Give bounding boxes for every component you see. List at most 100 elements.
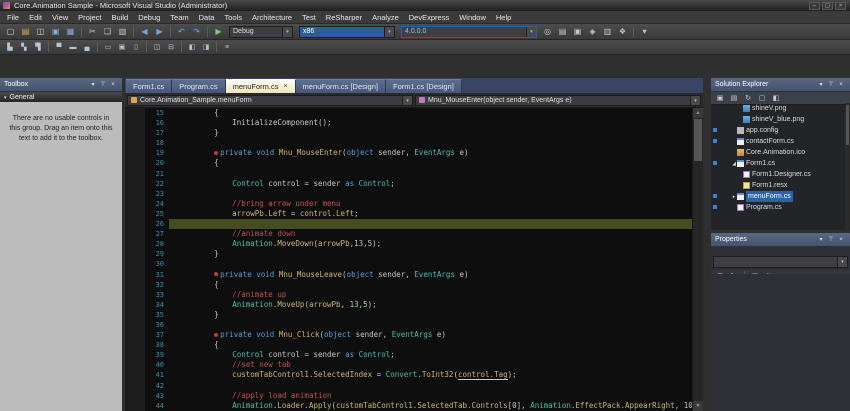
indicator-margin[interactable] — [125, 259, 145, 269]
code-line[interactable]: 36 — [125, 320, 692, 330]
close-icon[interactable]: × — [283, 83, 287, 90]
code-text[interactable]: Animation.Loader.Apply(customTabControl1… — [178, 401, 692, 411]
navigate-backward-icon[interactable]: ◀ — [138, 25, 151, 38]
show-all-files-icon[interactable]: ▤ — [728, 93, 740, 104]
save-all-icon[interactable]: ▦ — [64, 25, 77, 38]
menu-window[interactable]: Window — [454, 11, 491, 24]
menu-devexpress[interactable]: DevExpress — [404, 11, 454, 24]
toolbox-icon[interactable]: ▥ — [601, 25, 614, 38]
save-icon[interactable]: ▣ — [49, 25, 62, 38]
close-icon[interactable]: × — [837, 80, 845, 90]
tab-form1-cs-design[interactable]: Form1.cs [Design] — [386, 79, 462, 93]
code-text[interactable] — [178, 320, 692, 330]
window-position-icon[interactable]: ▾ — [817, 80, 825, 90]
indicator-margin[interactable] — [125, 270, 145, 280]
chevron-down-icon[interactable]: ▾ — [402, 96, 412, 105]
tree-item-form1-cs[interactable]: ◢Form1.cs — [711, 158, 845, 169]
code-text[interactable]: //apply load animation — [178, 391, 692, 401]
indicator-margin[interactable] — [125, 209, 145, 219]
minimize-button[interactable]: – — [809, 2, 820, 10]
indicator-margin[interactable] — [125, 340, 145, 350]
tree-item-form1-designer-cs[interactable]: Form1.Designer.cs — [711, 169, 845, 180]
toolbox-body[interactable]: There are no usable controls in this gro… — [0, 102, 122, 411]
object-combo[interactable]: ▾ — [713, 256, 848, 268]
code-text[interactable]: Control control = sender as Control; — [178, 350, 692, 360]
code-line[interactable]: 44 Animation.Loader.Apply(customTabContr… — [125, 401, 692, 411]
tree-item-program-cs[interactable]: Program.cs — [711, 202, 845, 213]
scroll-up-icon[interactable]: ▲ — [693, 108, 703, 118]
close-button[interactable]: × — [835, 2, 846, 10]
navigate-forward-icon[interactable]: ▶ — [153, 25, 166, 38]
code-text[interactable] — [178, 381, 692, 391]
add-item-icon[interactable]: ◫ — [34, 25, 47, 38]
indicator-margin[interactable] — [125, 138, 145, 148]
chevron-down-icon[interactable]: ▾ — [690, 96, 700, 105]
indicator-margin[interactable] — [125, 401, 145, 411]
indicator-margin[interactable] — [125, 179, 145, 189]
indicator-margin[interactable] — [125, 360, 145, 370]
code-text[interactable]: private void Mnu_Click(object sender, Ev… — [178, 330, 692, 340]
editor-scrollbar[interactable]: ▲ ▼ — [692, 108, 703, 411]
indicator-margin[interactable] — [125, 169, 145, 179]
code-text[interactable]: { — [178, 158, 692, 168]
properties-window-icon[interactable]: ▣ — [571, 25, 584, 38]
menu-view[interactable]: View — [47, 11, 73, 24]
pin-icon[interactable]: ⊤ — [827, 235, 835, 245]
code-line[interactable]: 28 Animation.MoveDown(arrowPb,13,5); — [125, 239, 692, 249]
bring-to-front-icon[interactable]: ◧ — [186, 41, 198, 54]
align-tops-icon[interactable]: ▀ — [53, 41, 65, 54]
extensions-icon[interactable]: ❖ — [616, 25, 629, 38]
start-debug-icon[interactable]: ▶ — [212, 25, 225, 38]
menu-file[interactable]: File — [2, 11, 24, 24]
indicator-margin[interactable] — [125, 239, 145, 249]
scrollbar-thumb[interactable] — [694, 119, 702, 161]
code-line[interactable]: 16 InitializeComponent(); — [125, 118, 692, 128]
code-text[interactable]: InitializeComponent(); — [178, 118, 692, 128]
code-line[interactable]: 15 { — [125, 108, 692, 118]
code-line[interactable]: 30 — [125, 259, 692, 269]
types-combo[interactable]: Core.Animation_Sample.menuForm ▾ — [127, 95, 413, 106]
menu-resharper[interactable]: ReSharper — [321, 11, 367, 24]
window-position-icon[interactable]: ▾ — [817, 235, 825, 245]
indicator-margin[interactable] — [125, 370, 145, 380]
code-line[interactable]: 22 Control control = sender as Control; — [125, 179, 692, 189]
code-text[interactable]: customTabControl1.SelectedIndex = Conver… — [178, 370, 692, 380]
code-text[interactable]: Control control = sender as Control; — [178, 179, 692, 189]
indicator-margin[interactable] — [125, 128, 145, 138]
code-text[interactable]: //animate down — [178, 229, 692, 239]
view-designer-icon[interactable]: ◧ — [770, 93, 782, 104]
indicator-margin[interactable] — [125, 148, 145, 158]
code-line[interactable]: 33 //animate up — [125, 290, 692, 300]
align-rights-icon[interactable]: ▜ — [32, 41, 44, 54]
chevron-down-icon[interactable]: ▾ — [384, 27, 394, 37]
code-text[interactable]: { — [178, 340, 692, 350]
code-text[interactable]: private void Mnu_MouseEnter(object sende… — [178, 148, 692, 158]
tree-item-form1-resx[interactable]: Form1.resx — [711, 180, 845, 191]
tab-menuform-cs-design[interactable]: menuForm.cs [Design] — [296, 79, 386, 93]
code-line[interactable]: 43 //apply load animation — [125, 391, 692, 401]
indicator-margin[interactable] — [125, 290, 145, 300]
menu-debug[interactable]: Debug — [133, 11, 165, 24]
code-line[interactable]: 23 — [125, 189, 692, 199]
vertical-spacing-icon[interactable]: ⊟ — [165, 41, 177, 54]
code-line[interactable]: 41 customTabControl1.SelectedIndex = Con… — [125, 370, 692, 380]
new-file-icon[interactable]: ▢ — [4, 25, 17, 38]
code-text[interactable]: { — [178, 280, 692, 290]
view-code-icon[interactable]: ▢ — [756, 93, 768, 104]
tree-item-menuform-cs[interactable]: ▸menuForm.cs — [711, 191, 845, 202]
pin-icon[interactable]: ⊤ — [827, 80, 835, 90]
indicator-margin[interactable] — [125, 310, 145, 320]
window-position-icon[interactable]: ▾ — [89, 80, 97, 90]
code-text[interactable]: Animation.MoveDown(arrowPb,13,5); — [178, 239, 692, 249]
code-line[interactable]: 32 { — [125, 280, 692, 290]
toolbar-options-icon[interactable]: ▾ — [638, 25, 651, 38]
horizontal-spacing-icon[interactable]: ◫ — [151, 41, 163, 54]
indicator-margin[interactable] — [125, 189, 145, 199]
indicator-margin[interactable] — [125, 391, 145, 401]
copy-icon[interactable]: ❏ — [101, 25, 114, 38]
menu-team[interactable]: Team — [165, 11, 193, 24]
toolbox-header[interactable]: Toolbox ▾⊤× — [0, 78, 122, 92]
indicator-margin[interactable] — [125, 118, 145, 128]
code-line[interactable]: 39 Control control = sender as Control; — [125, 350, 692, 360]
code-text[interactable]: //animate up — [178, 290, 692, 300]
